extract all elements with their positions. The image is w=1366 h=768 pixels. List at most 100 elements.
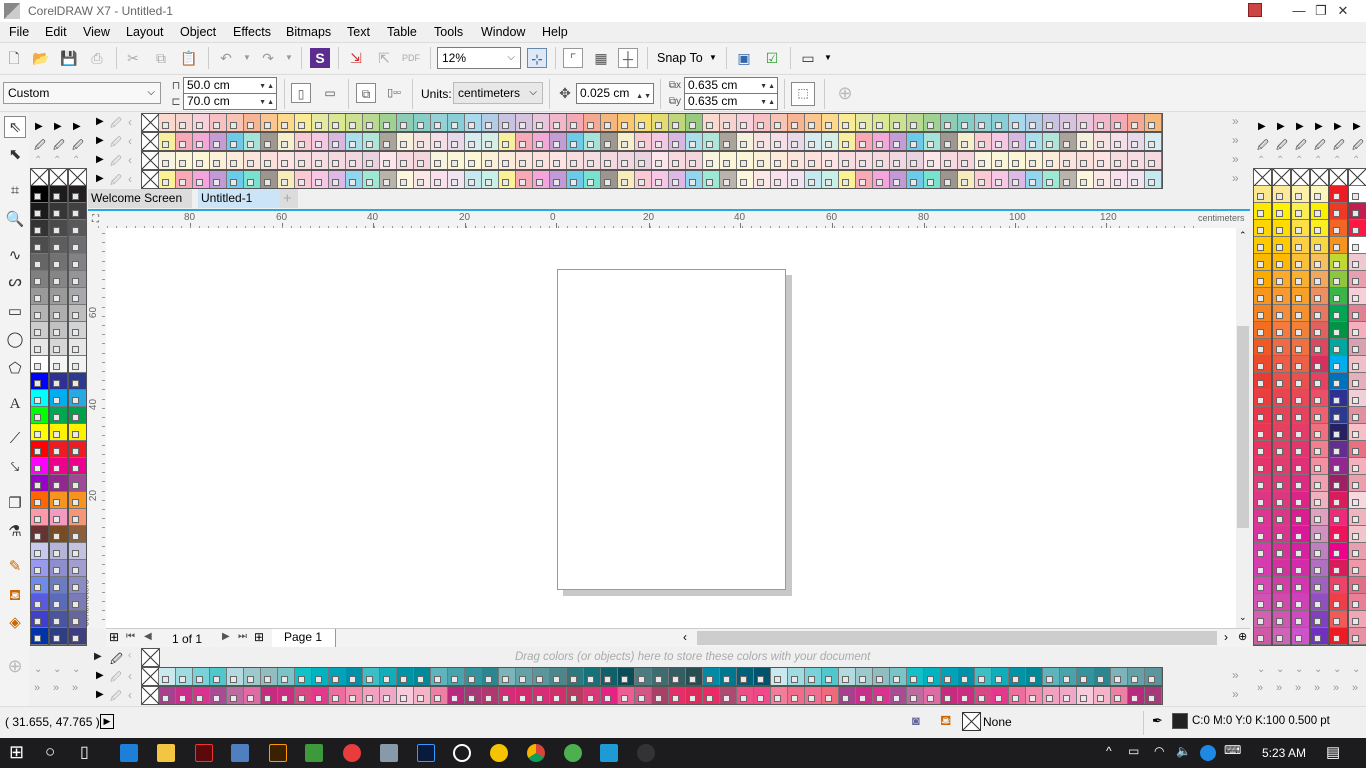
- color-swatch[interactable]: [1292, 475, 1309, 492]
- color-swatch[interactable]: [533, 152, 550, 169]
- color-swatch[interactable]: [550, 114, 567, 131]
- color-swatch[interactable]: [1349, 254, 1366, 271]
- color-swatch[interactable]: [669, 152, 686, 169]
- menu-view[interactable]: View: [83, 25, 110, 39]
- color-swatch[interactable]: [397, 687, 414, 704]
- color-swatch[interactable]: [380, 687, 397, 704]
- color-swatch[interactable]: [1145, 171, 1162, 188]
- color-swatch[interactable]: [210, 687, 227, 704]
- palette-arrow-icon[interactable]: ▶: [1315, 121, 1323, 132]
- color-swatch[interactable]: [482, 114, 499, 131]
- menu-help[interactable]: Help: [542, 25, 568, 39]
- color-swatch[interactable]: [1292, 407, 1309, 424]
- color-swatch[interactable]: [1254, 237, 1271, 254]
- add-icon[interactable]: ⊕: [835, 83, 855, 103]
- color-swatch[interactable]: [1292, 356, 1309, 373]
- no-color-swatch[interactable]: [31, 169, 48, 186]
- palette-arrow-icon[interactable]: ▶: [96, 689, 104, 700]
- color-swatch[interactable]: [584, 687, 601, 704]
- scroll-down-icon[interactable]: ⌄: [1295, 664, 1303, 675]
- color-swatch[interactable]: [975, 152, 992, 169]
- color-swatch[interactable]: [1349, 526, 1366, 543]
- color-swatch[interactable]: [1273, 611, 1290, 628]
- color-swatch[interactable]: [1026, 171, 1043, 188]
- color-swatch[interactable]: [1330, 373, 1347, 390]
- no-color-swatch[interactable]: [1273, 169, 1290, 186]
- color-swatch[interactable]: [1145, 133, 1162, 150]
- color-swatch[interactable]: [754, 171, 771, 188]
- scroll-up-icon[interactable]: ⌃: [1352, 155, 1360, 166]
- color-swatch[interactable]: [1254, 254, 1271, 271]
- color-swatch[interactable]: [1060, 171, 1077, 188]
- color-swatch[interactable]: [941, 114, 958, 131]
- color-swatch[interactable]: [1145, 114, 1162, 131]
- scroll-up-icon[interactable]: ⌃: [1239, 230, 1247, 241]
- color-swatch[interactable]: [329, 668, 346, 685]
- volume-icon[interactable]: 🔈: [1176, 744, 1191, 758]
- color-swatch[interactable]: [618, 152, 635, 169]
- color-swatch[interactable]: [1273, 203, 1290, 220]
- color-swatch[interactable]: [924, 668, 941, 685]
- color-swatch[interactable]: [482, 152, 499, 169]
- color-swatch[interactable]: [788, 152, 805, 169]
- color-swatch[interactable]: [295, 668, 312, 685]
- menu-object[interactable]: Object: [180, 25, 216, 39]
- zoom-to-page-icon[interactable]: ⊹: [527, 48, 547, 68]
- color-swatch[interactable]: [50, 560, 67, 577]
- color-swatch[interactable]: [686, 668, 703, 685]
- color-swatch[interactable]: [193, 114, 210, 131]
- scroll-up-icon[interactable]: ⌃: [53, 155, 61, 166]
- color-swatch[interactable]: [669, 687, 686, 704]
- wifi-icon[interactable]: ◠: [1154, 744, 1164, 758]
- color-swatch[interactable]: [907, 668, 924, 685]
- outline-pen-icon[interactable]: ✒: [1152, 713, 1163, 729]
- color-swatch[interactable]: [1349, 271, 1366, 288]
- show-rulers-icon[interactable]: ⌜: [563, 48, 583, 68]
- color-swatch[interactable]: [1273, 237, 1290, 254]
- color-swatch[interactable]: [1311, 424, 1328, 441]
- color-swatch[interactable]: [771, 133, 788, 150]
- next-page-icon[interactable]: ▶: [222, 631, 230, 642]
- color-swatch[interactable]: [1349, 441, 1366, 458]
- color-swatch[interactable]: [1254, 373, 1271, 390]
- color-swatch[interactable]: [312, 114, 329, 131]
- palette-arrow-icon[interactable]: ▶: [94, 651, 102, 662]
- color-swatch[interactable]: [244, 668, 261, 685]
- scroll-up-icon[interactable]: ⌃: [1276, 155, 1284, 166]
- scroll-right-icon[interactable]: »: [1232, 687, 1239, 701]
- page-height-field[interactable]: 70.0 cm ▼▲: [183, 93, 277, 110]
- color-swatch[interactable]: [50, 628, 67, 645]
- color-swatch[interactable]: [176, 152, 193, 169]
- color-swatch[interactable]: [1330, 509, 1347, 526]
- color-swatch[interactable]: [1311, 305, 1328, 322]
- color-swatch[interactable]: [278, 668, 295, 685]
- scroll-down-icon[interactable]: ⌄: [53, 664, 61, 675]
- color-swatch[interactable]: [601, 171, 618, 188]
- color-swatch[interactable]: [1254, 288, 1271, 305]
- color-swatch[interactable]: [1094, 133, 1111, 150]
- color-swatch[interactable]: [50, 441, 67, 458]
- color-swatch[interactable]: [601, 687, 618, 704]
- palette-arrow-icon[interactable]: ▶: [1334, 121, 1342, 132]
- menu-text[interactable]: Text: [347, 25, 370, 39]
- color-swatch[interactable]: [1043, 152, 1060, 169]
- color-swatch[interactable]: [1254, 305, 1271, 322]
- color-swatch[interactable]: [1349, 186, 1366, 203]
- color-swatch[interactable]: [1273, 407, 1290, 424]
- color-swatch[interactable]: [1060, 133, 1077, 150]
- task-view-icon[interactable]: ▯: [80, 742, 89, 762]
- color-swatch[interactable]: [550, 133, 567, 150]
- color-swatch[interactable]: [1292, 390, 1309, 407]
- color-swatch[interactable]: [941, 133, 958, 150]
- color-swatch[interactable]: [1311, 339, 1328, 356]
- color-swatch[interactable]: [50, 424, 67, 441]
- color-swatch[interactable]: [380, 668, 397, 685]
- color-swatch[interactable]: [1311, 526, 1328, 543]
- color-swatch[interactable]: [686, 133, 703, 150]
- color-swatch[interactable]: [312, 171, 329, 188]
- no-color-swatch[interactable]: [142, 114, 159, 131]
- color-swatch[interactable]: [1009, 114, 1026, 131]
- color-swatch[interactable]: [31, 305, 48, 322]
- color-swatch[interactable]: [1273, 356, 1290, 373]
- color-swatch[interactable]: [210, 152, 227, 169]
